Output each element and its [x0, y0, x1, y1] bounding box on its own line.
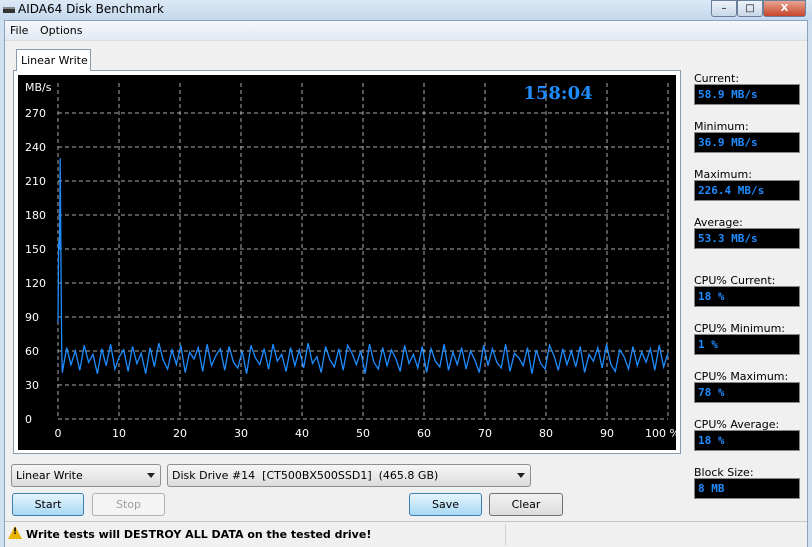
clear-button[interactable]: Clear — [489, 493, 563, 516]
drive-value: Disk Drive #14 [CT500BX500SSD1] (465.8 G… — [172, 469, 439, 482]
y-tick-label: 120 — [25, 277, 46, 290]
main-window: File Options Linear Write 0 30 60 90 120 150 1… — [4, 20, 808, 547]
status-divider — [505, 524, 506, 546]
stat-value: 58.9 MB/s — [694, 84, 800, 105]
y-tick-label: 0 — [25, 413, 32, 426]
y-tick-label: 150 — [25, 243, 46, 256]
chevron-down-icon — [517, 473, 525, 478]
x-tick-label: 10 — [112, 427, 126, 440]
elapsed-timer: 158:04 — [523, 83, 592, 104]
stat-value: 53.3 MB/s — [694, 228, 800, 249]
stop-button[interactable]: Stop — [92, 493, 165, 516]
stat-value: 36.9 MB/s — [694, 132, 800, 153]
test-type-value: Linear Write — [16, 469, 83, 482]
y-tick-label: 240 — [25, 141, 46, 154]
close-button[interactable]: X — [763, 0, 806, 17]
stat-value: 226.4 MB/s — [694, 180, 800, 201]
minimize-button[interactable]: – — [711, 0, 737, 17]
x-tick-label: 90 — [600, 427, 614, 440]
chevron-down-icon — [147, 473, 155, 478]
x-tick-label: 60 — [417, 427, 431, 440]
menu-file[interactable]: File — [10, 24, 28, 37]
stat-value: 18 % — [694, 430, 800, 451]
x-tick-label: 70 — [478, 427, 492, 440]
menu-options[interactable]: Options — [40, 24, 82, 37]
window-title: AIDA64 Disk Benchmark — [18, 2, 165, 16]
x-tick-label: 80 — [539, 427, 553, 440]
y-tick-label: 270 — [25, 107, 46, 120]
benchmark-chart: 0 30 60 90 120 150 180 210 240 270 0 10 20 30 40 50 60 70… — [18, 75, 676, 450]
x-tick-label: 30 — [234, 427, 248, 440]
y-tick-label: 210 — [25, 175, 46, 188]
drive-select[interactable]: Disk Drive #14 [CT500BX500SSD1] (465.8 G… — [167, 464, 531, 487]
chart-svg: 0 30 60 90 120 150 180 210 240 270 0 10 20 30 40 50 60 70… — [25, 81, 676, 440]
x-tick-label: 40 — [295, 427, 309, 440]
chart-panel: 0 30 60 90 120 150 180 210 240 270 0 10 20 30 40 50 60 70… — [13, 70, 681, 454]
x-tick-label: 0 — [55, 427, 62, 440]
test-type-select[interactable]: Linear Write — [11, 464, 161, 487]
maximize-button[interactable]: □ — [737, 0, 763, 17]
stat-value: 8 MB — [694, 478, 800, 499]
x-tick-label: 100 % — [645, 427, 676, 440]
drive-icon — [3, 7, 15, 13]
y-tick-label: 60 — [25, 345, 39, 358]
status-bar: Write tests will DESTROY ALL DATA on the… — [5, 521, 807, 547]
x-tick-label: 50 — [356, 427, 370, 440]
y-tick-label: 180 — [25, 209, 46, 222]
save-button[interactable]: Save — [409, 493, 482, 516]
y-tick-label: 90 — [25, 311, 39, 324]
stat-value: 78 % — [694, 382, 800, 403]
menu-bar: File Options — [5, 21, 807, 41]
title-bar: AIDA64 Disk Benchmark – □ X — [0, 0, 812, 20]
y-axis-label: MB/s — [25, 81, 52, 94]
start-button[interactable]: Start — [12, 493, 84, 516]
stat-value: 18 % — [694, 286, 800, 307]
tab-linear-write[interactable]: Linear Write — [16, 49, 91, 71]
stat-value: 1 % — [694, 334, 800, 355]
warning-icon — [8, 526, 22, 539]
status-message: Write tests will DESTROY ALL DATA on the… — [26, 528, 372, 541]
x-tick-label: 20 — [173, 427, 187, 440]
y-tick-label: 30 — [25, 379, 39, 392]
